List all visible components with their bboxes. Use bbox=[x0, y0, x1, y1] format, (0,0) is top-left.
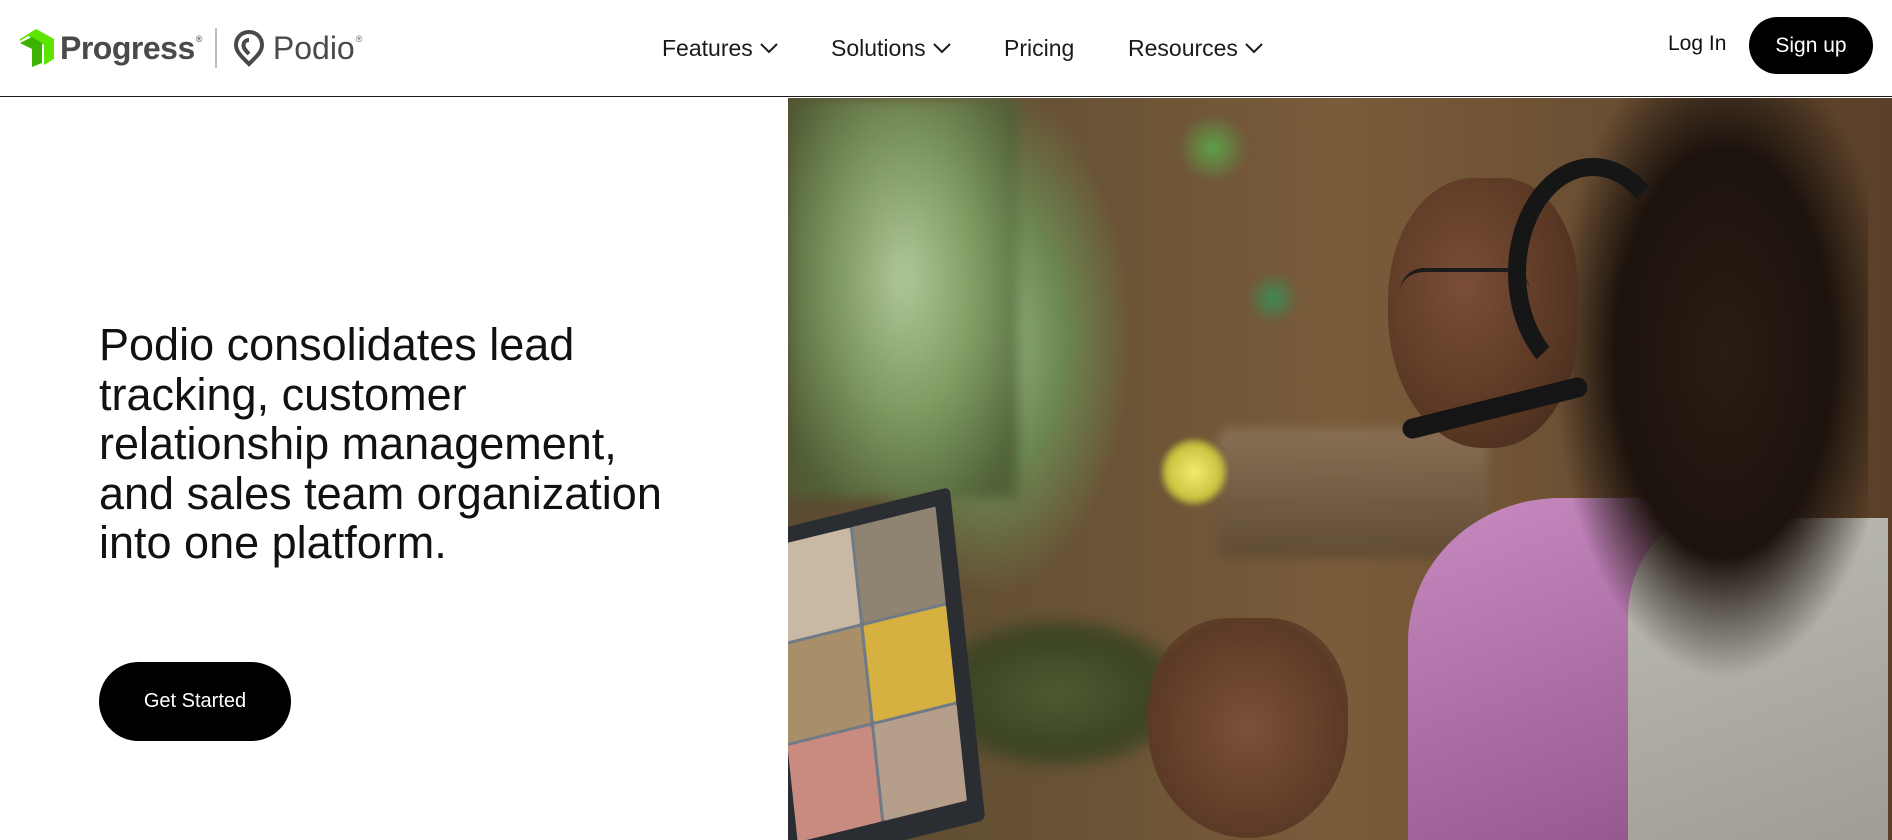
photo-laptop bbox=[788, 486, 986, 840]
brand-divider bbox=[214, 28, 217, 68]
photo-bokeh bbox=[1248, 273, 1298, 323]
video-tile bbox=[788, 725, 881, 840]
signup-button[interactable]: Sign up bbox=[1749, 17, 1873, 74]
nav-resources[interactable]: Resources bbox=[1128, 35, 1264, 62]
laptop-video-call bbox=[788, 506, 967, 840]
photo-headset bbox=[1508, 158, 1678, 388]
site-header: Progress® Podio® Features Solutions Pric… bbox=[0, 0, 1892, 97]
chevron-down-icon bbox=[760, 43, 778, 54]
photo-window-background bbox=[788, 98, 1018, 498]
nav-features[interactable]: Features bbox=[662, 35, 779, 62]
chevron-down-icon bbox=[1245, 43, 1263, 54]
nav-solutions[interactable]: Solutions bbox=[831, 35, 952, 62]
get-started-button[interactable]: Get Started bbox=[99, 662, 291, 741]
video-tile bbox=[788, 626, 871, 744]
nav-pricing[interactable]: Pricing bbox=[1004, 35, 1074, 62]
photo-bokeh bbox=[1178, 118, 1248, 178]
photo-person-hand bbox=[1148, 618, 1348, 838]
video-tile bbox=[862, 605, 957, 722]
progress-logo-icon bbox=[20, 29, 54, 67]
login-link[interactable]: Log In bbox=[1668, 32, 1726, 56]
hero-photo bbox=[788, 98, 1892, 840]
photo-shelf bbox=[1218, 428, 1488, 558]
nav-features-label: Features bbox=[662, 34, 753, 61]
progress-wordmark: Progress® bbox=[60, 29, 202, 66]
hero-headline: Podio consolidates lead tracking, custom… bbox=[99, 319, 662, 568]
video-tile bbox=[852, 506, 946, 624]
brand-logos[interactable]: Progress® Podio® bbox=[20, 26, 362, 70]
nav-resources-label: Resources bbox=[1128, 34, 1238, 61]
video-tile bbox=[788, 527, 860, 645]
nav-solutions-label: Solutions bbox=[831, 34, 926, 61]
podio-wordmark: Podio® bbox=[272, 29, 363, 66]
podio-logo-icon bbox=[233, 29, 264, 67]
photo-bokeh bbox=[1160, 438, 1228, 506]
video-tile bbox=[873, 704, 967, 821]
nav-pricing-label: Pricing bbox=[1004, 34, 1075, 61]
chevron-down-icon bbox=[932, 43, 951, 54]
